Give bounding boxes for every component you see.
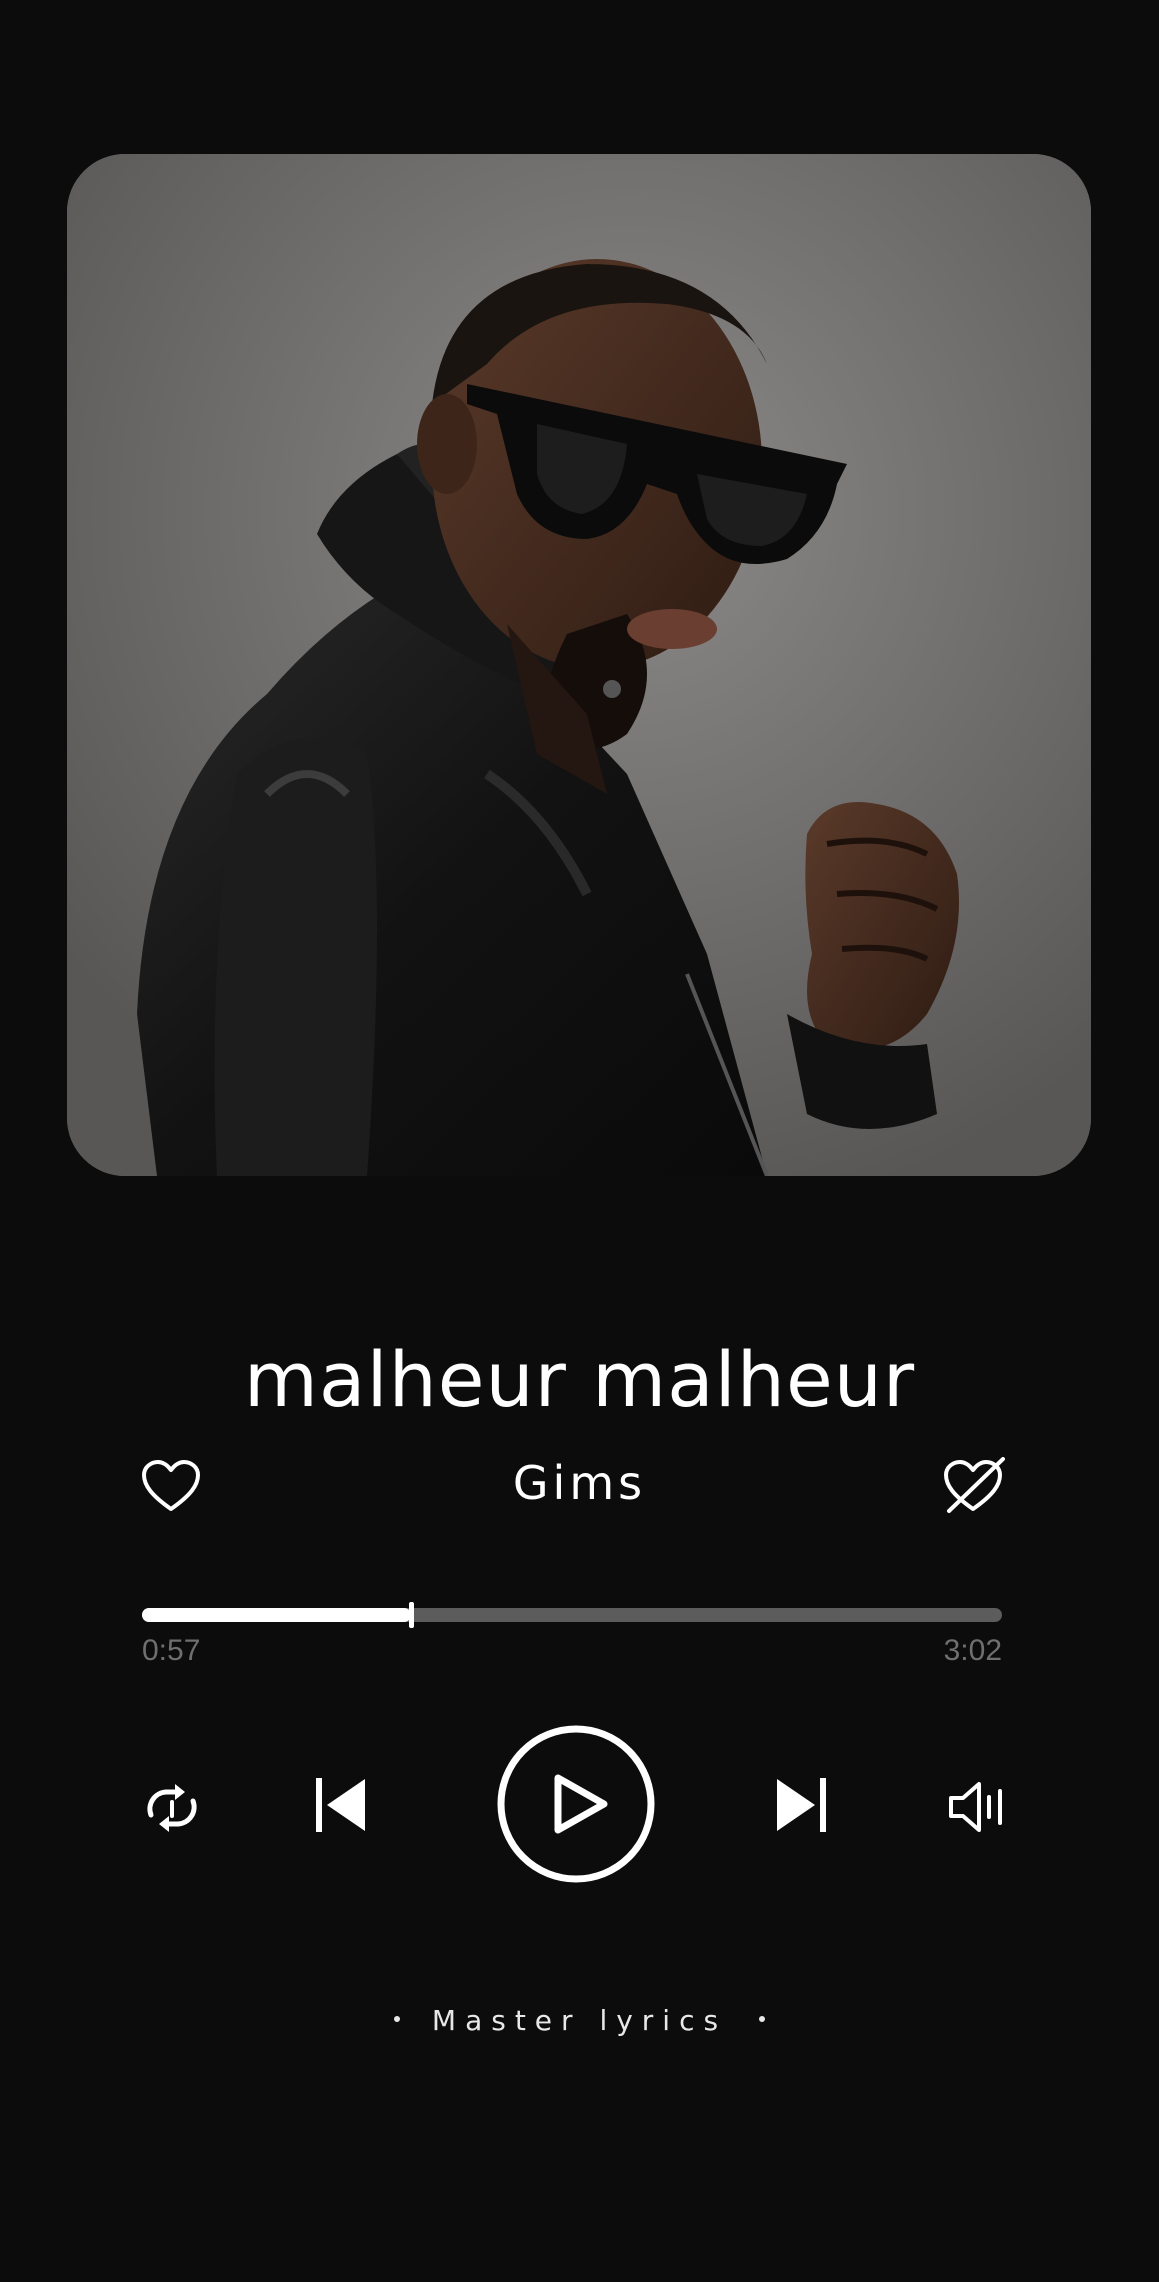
next-button[interactable] <box>772 1774 830 1836</box>
dislike-button[interactable] <box>940 1455 1008 1517</box>
artist-photo <box>67 154 1091 1176</box>
total-time: 3:02 <box>943 1634 1002 1667</box>
volume-icon <box>949 1782 1002 1832</box>
skip-previous-icon <box>316 1778 365 1832</box>
footer-brand: Master lyrics <box>0 2004 1159 2037</box>
previous-button[interactable] <box>312 1774 370 1836</box>
footer-label: Master lyrics <box>431 2004 728 2037</box>
skip-next-icon <box>777 1778 826 1832</box>
heart-crossed-icon <box>944 1457 1005 1513</box>
progress-bar[interactable] <box>142 1602 1002 1628</box>
progress-fill <box>142 1608 411 1622</box>
play-button[interactable] <box>496 1724 656 1884</box>
current-time: 0:57 <box>142 1634 201 1667</box>
volume-button[interactable] <box>946 1778 1008 1836</box>
repeat-button[interactable] <box>140 1780 204 1836</box>
play-icon <box>497 1725 655 1883</box>
song-title: malheur malheur <box>243 1335 916 1424</box>
footer-dot-left <box>393 2016 400 2022</box>
progress-handle[interactable] <box>409 1602 414 1628</box>
repeat-icon <box>147 1784 197 1832</box>
footer-dot-right <box>759 2016 766 2022</box>
album-artwork <box>67 154 1091 1176</box>
